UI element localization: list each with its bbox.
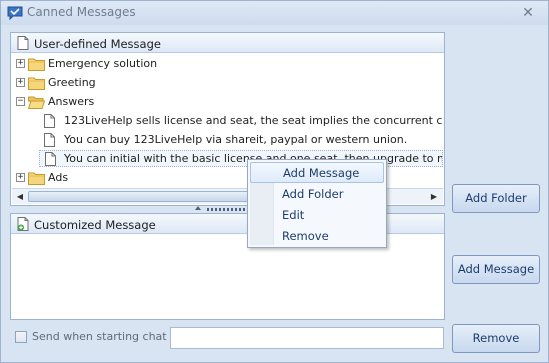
window-title: Canned Messages <box>27 5 136 19</box>
close-button[interactable]: ✕ <box>519 4 537 22</box>
menu-item-add-message[interactable]: Add Message <box>250 162 384 183</box>
expand-toggle[interactable]: + <box>16 59 25 68</box>
canned-messages-window: Canned Messages ✕ User-defined Message +… <box>0 0 549 363</box>
tree-folder-label: Answers <box>48 95 95 108</box>
scrollbar-thumb[interactable] <box>28 191 260 202</box>
menu-item-label: Add Folder <box>282 187 344 201</box>
tree-folder-label: Ads <box>48 171 69 184</box>
chat-bubble-icon <box>7 6 23 20</box>
scroll-left-icon[interactable]: ◀ <box>13 190 27 203</box>
remove-button[interactable]: Remove <box>452 324 540 353</box>
document-icon <box>44 133 55 147</box>
document-icon <box>45 152 56 166</box>
collapse-toggle[interactable]: − <box>16 97 25 106</box>
menu-item-label: Add Message <box>283 166 360 180</box>
splitter-grip <box>207 208 247 211</box>
expand-toggle[interactable]: + <box>16 173 25 182</box>
menu-item-remove[interactable]: Remove <box>250 226 384 247</box>
menu-item-edit[interactable]: Edit <box>250 205 384 226</box>
tree-folder-label: Emergency solution <box>48 57 158 70</box>
document-icon <box>17 36 29 50</box>
tree-folder-label: Greeting <box>48 76 96 89</box>
document-add-icon <box>17 217 29 231</box>
folder-open-icon <box>28 96 45 109</box>
send-when-starting-label[interactable]: Send when starting chat <box>32 330 167 343</box>
folder-icon <box>28 58 45 71</box>
tree-folder-answers[interactable]: − Answers <box>13 94 443 111</box>
context-menu: Add Message Add Folder Edit Remove <box>247 159 387 248</box>
tree-message-label: You can buy 123LiveHelp via shareit, pay… <box>64 133 408 146</box>
splitter-arrow-icon <box>195 206 201 210</box>
document-icon <box>44 114 55 128</box>
customized-message-title: Customized Message <box>34 218 156 232</box>
tree-message-item[interactable]: 123LiveHelp sells license and seat, the … <box>13 113 443 130</box>
title-bar: Canned Messages ✕ <box>1 1 548 25</box>
tree-folder-greeting[interactable]: + Greeting <box>13 75 443 92</box>
add-message-button[interactable]: Add Message <box>452 255 540 284</box>
menu-item-label: Edit <box>282 208 305 222</box>
user-defined-message-header: User-defined Message <box>11 33 444 53</box>
tree-message-item[interactable]: You can buy 123LiveHelp via shareit, pay… <box>13 132 443 149</box>
send-when-starting-input[interactable] <box>170 327 444 349</box>
tree-message-label: 123LiveHelp sells license and seat, the … <box>64 114 443 127</box>
tree-folder-emergency-solution[interactable]: + Emergency solution <box>13 56 443 73</box>
menu-item-add-folder[interactable]: Add Folder <box>250 184 384 205</box>
add-folder-button[interactable]: Add Folder <box>452 184 540 213</box>
user-defined-message-title: User-defined Message <box>34 37 161 51</box>
send-when-starting-checkbox[interactable] <box>15 331 27 343</box>
folder-icon <box>28 172 45 185</box>
scroll-right-icon[interactable]: ▶ <box>427 190 441 203</box>
expand-toggle[interactable]: + <box>16 78 25 87</box>
menu-item-label: Remove <box>282 229 329 243</box>
folder-icon <box>28 77 45 90</box>
